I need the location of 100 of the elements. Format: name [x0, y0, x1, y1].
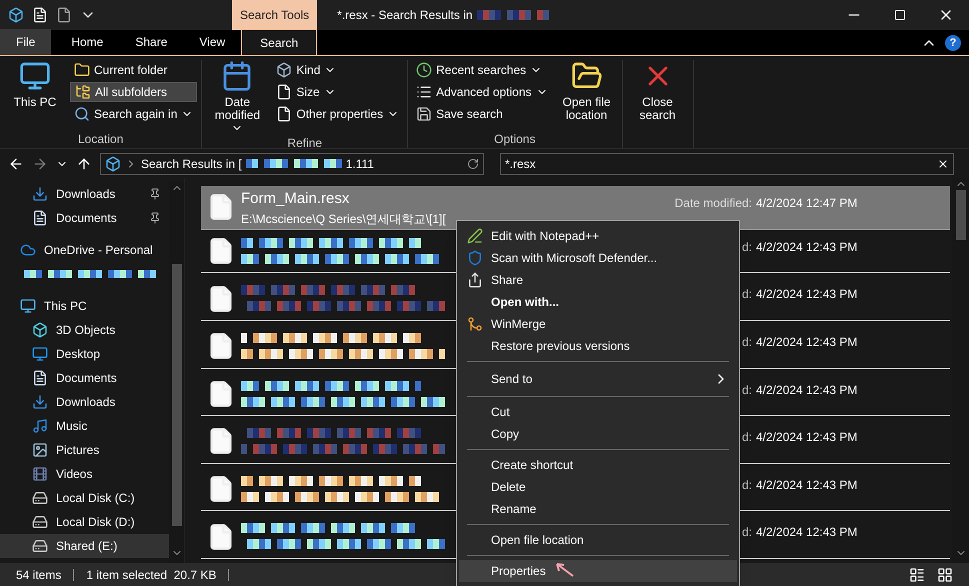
nav-item[interactable]: Documents: [0, 206, 169, 230]
download-icon: [32, 186, 48, 202]
ribbon-large-button[interactable]: This PC: [4, 60, 66, 130]
drive-icon: [32, 490, 48, 506]
nav-item[interactable]: Documents: [0, 366, 169, 390]
document-icon: [32, 370, 48, 386]
scrollbar-thumb[interactable]: [172, 264, 182, 526]
cube-icon: [105, 156, 121, 172]
menu-item[interactable]: Copy: [459, 423, 737, 445]
document-icon: [32, 210, 48, 226]
nav-item[interactable]: Music: [0, 414, 169, 438]
ribbon-tab[interactable]: Share: [119, 29, 184, 55]
date-label: d:: [742, 238, 752, 256]
help-button[interactable]: ?: [945, 35, 961, 51]
cube-icon: [32, 322, 48, 338]
folder-icon: [74, 62, 90, 78]
context-tab-label: Search Tools: [232, 0, 318, 30]
ribbon-tab[interactable]: Home: [55, 29, 120, 55]
cloud-icon: [20, 242, 36, 258]
film-icon: [32, 466, 48, 482]
clear-icon[interactable]: [937, 158, 949, 170]
search-field[interactable]: *.resx: [500, 152, 954, 174]
ribbon-button[interactable]: Search again in: [70, 104, 198, 124]
nav-item[interactable]: Pictures: [0, 438, 169, 462]
nav-item[interactable]: Desktop: [0, 342, 169, 366]
ribbon-button[interactable]: All subfolders: [70, 82, 198, 102]
pencil-icon: [467, 228, 483, 244]
list-icon: [416, 84, 432, 100]
pointer-arrow-drawing: [555, 562, 575, 578]
menu-item[interactable]: Create shortcut: [459, 454, 737, 476]
details-view-icon[interactable]: [909, 566, 925, 582]
cube-icon: [276, 62, 292, 78]
menu-item[interactable]: Restore previous versions: [459, 335, 737, 357]
ribbon-button[interactable]: Advanced options: [412, 82, 552, 102]
save-icon: [416, 106, 432, 122]
menu-item[interactable]: Delete: [459, 476, 737, 498]
monitor-icon: [32, 346, 48, 362]
menu-item[interactable]: WinMerge: [459, 313, 737, 335]
menu-item[interactable]: Scan with Microsoft Defender...: [459, 247, 737, 269]
menu-item[interactable]: Share: [459, 269, 737, 291]
selection-info: 1 item selected 20.7 KB: [86, 566, 216, 584]
menu-item[interactable]: Cut: [459, 401, 737, 423]
nav-item[interactable]: Local Disk (C:): [0, 486, 169, 510]
ribbon-tab[interactable]: View: [183, 29, 242, 55]
date-modified: 4/2/2024 12:43 PM: [755, 334, 858, 351]
date-label: d:: [742, 524, 752, 542]
date-modified: 4/2/2024 12:47 PM: [755, 195, 858, 212]
ribbon-button[interactable]: Kind: [272, 60, 404, 80]
search-result-row[interactable]: Form_Main.resx E:\Mcscience\Q Series\연세대학교\[1][ Date modified: 4/2/2024 12:47 PM: [201, 186, 950, 230]
address-text: 1.111: [346, 156, 374, 172]
monitor-icon: [19, 60, 51, 92]
ribbon-large-button[interactable]: Open file location: [556, 60, 618, 130]
nav-item[interactable]: 3D Objects: [0, 318, 169, 342]
ribbon-button[interactable]: Recent searches: [412, 60, 552, 80]
clock-icon: [416, 62, 432, 78]
merge-icon: [467, 316, 483, 332]
address-text: Search Results in [: [141, 156, 242, 172]
ribbon-button[interactable]: Save search: [412, 104, 552, 124]
nav-item[interactable]: Local Disk (D:): [0, 510, 169, 534]
date-modified: 4/2/2024 12:43 PM: [755, 524, 858, 542]
scrollbar-thumb[interactable]: [956, 190, 966, 240]
forward-button[interactable]: [32, 156, 48, 172]
menu-item[interactable]: Open file location: [459, 529, 737, 551]
monitor-icon: [20, 298, 36, 314]
date-label: d:: [742, 334, 752, 351]
address-bar[interactable]: Search Results in [ 1.111: [100, 152, 484, 174]
nav-item[interactable]: Shared (E:): [0, 534, 169, 558]
ribbon-button[interactable]: Current folder: [70, 60, 198, 80]
nav-item[interactable]: This PC: [0, 294, 169, 318]
nav-item[interactable]: Videos: [0, 462, 169, 486]
ribbon-button[interactable]: Size: [272, 82, 404, 102]
drive-icon: [32, 538, 48, 554]
music-note-icon: [32, 418, 48, 434]
menu-item[interactable]: Properties: [459, 560, 737, 582]
maximize-icon[interactable]: [894, 9, 906, 21]
ribbon-large-button[interactable]: Close search: [626, 60, 689, 130]
cube-icon: [8, 7, 24, 23]
file-icon: [56, 7, 72, 23]
nav-item[interactable]: Downloads: [0, 390, 169, 414]
back-button[interactable]: [8, 156, 24, 172]
ribbon-tab[interactable]: File: [0, 29, 52, 55]
date-label: d:: [742, 286, 752, 304]
folder-tree-icon: [75, 84, 91, 100]
large-icons-view-icon[interactable]: [937, 566, 953, 582]
ribbon-button[interactable]: Other properties: [272, 104, 404, 124]
ribbon-group-label: Refine: [286, 135, 324, 152]
menu-item[interactable]: Open with...: [459, 291, 737, 313]
refresh-icon[interactable]: [467, 158, 479, 170]
menu-item[interactable]: Rename: [459, 498, 737, 520]
date-label: d:: [742, 429, 752, 446]
up-button[interactable]: [76, 156, 92, 172]
nav-item[interactable]: OneDrive - Personal: [0, 238, 169, 262]
date-modified: 4/2/2024 12:43 PM: [755, 286, 858, 304]
calendar-icon: [221, 60, 254, 92]
nav-item[interactable]: Downloads: [0, 182, 169, 206]
ribbon-large-button[interactable]: Date modified: [206, 60, 268, 134]
menu-item[interactable]: Send to: [459, 366, 737, 392]
file-icon: [276, 106, 292, 122]
date-modified: 4/2/2024 12:43 PM: [755, 382, 858, 398]
ribbon-tab[interactable]: Search: [241, 29, 318, 55]
